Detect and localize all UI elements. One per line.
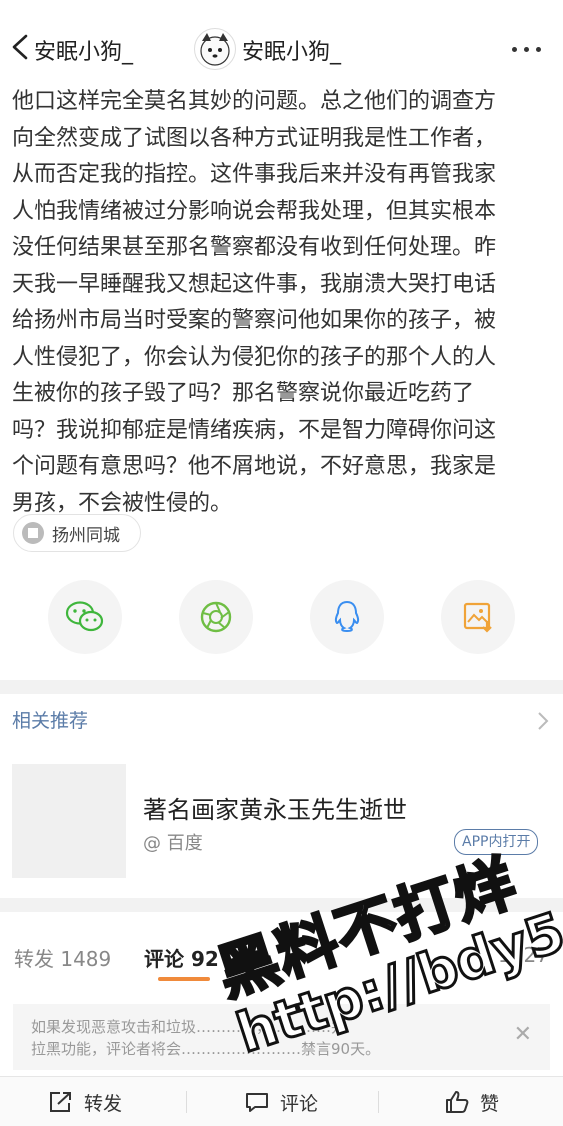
more-options-button[interactable] bbox=[512, 44, 552, 54]
post-line: 生被你的孩子毁了吗？那名警察说你最近吃药了 bbox=[12, 381, 475, 406]
location-label: 扬州同城 bbox=[52, 525, 120, 546]
share-wechat-button[interactable] bbox=[48, 580, 122, 654]
thumbs-up-icon bbox=[446, 1091, 469, 1113]
recommend-headline[interactable]: 著名画家黄永玉先生逝世 bbox=[143, 790, 407, 825]
post-line: 人性侵犯了，你会认为侵犯你的孩子的那个人的人 bbox=[12, 344, 497, 370]
notice-line: 拉黑功能，评论者将会……………………禁言90天。 bbox=[31, 1040, 381, 1058]
like-button[interactable]: 赞 bbox=[444, 1089, 499, 1115]
separator bbox=[186, 1091, 187, 1113]
post-line: 向全然变成了试图以各种方式证明我是性工作者， bbox=[12, 125, 497, 151]
bottom-action-bar: 转发 评论 赞 bbox=[0, 1076, 563, 1126]
save-image-icon bbox=[463, 602, 492, 633]
comment-button[interactable]: 评论 bbox=[244, 1089, 318, 1115]
qq-icon bbox=[334, 600, 360, 633]
tab-active-indicator bbox=[158, 977, 210, 981]
dot-icon bbox=[536, 46, 541, 52]
tab-comment[interactable]: 评论 92 bbox=[144, 943, 219, 972]
post-line: 天我一早睡醒我又想起这件事，我崩溃大哭打电话 bbox=[12, 271, 497, 297]
dog-avatar-icon bbox=[200, 33, 230, 66]
dot-icon bbox=[524, 46, 529, 52]
building-icon bbox=[22, 522, 44, 544]
top-nav-bar: 安眠小狗_ 安眠小狗_ bbox=[0, 0, 563, 82]
like-label: 赞 bbox=[480, 1092, 500, 1115]
dot-icon bbox=[512, 46, 517, 52]
comment-label: 评论 bbox=[280, 1092, 319, 1115]
section-divider bbox=[0, 898, 563, 912]
post-line: 他口这样完全莫名其妙的问题。总之他们的调查方 bbox=[12, 89, 497, 114]
user-name[interactable]: 安眠小狗_ bbox=[242, 34, 341, 66]
repost-label: 转发 bbox=[84, 1092, 123, 1115]
repost-button[interactable]: 转发 bbox=[48, 1089, 122, 1115]
section-divider bbox=[0, 680, 563, 694]
back-button[interactable] bbox=[8, 32, 34, 62]
recommend-source: @ 百度 bbox=[143, 833, 203, 854]
wechat-icon bbox=[65, 601, 104, 632]
chevron-left-icon bbox=[12, 34, 28, 60]
separator bbox=[378, 1091, 379, 1113]
post-line: 吗？我说抑郁症是情绪疾病，不是智力障碍你问这 bbox=[12, 417, 497, 443]
post-line: 没任何结果甚至那名警察都没有收到任何处理。昨 bbox=[12, 235, 497, 260]
post-line: 从而否定我的指控。这件事我后来并没有再管我家 bbox=[12, 162, 497, 187]
post-line: 人怕我情绪被过分影响说会帮我处理，但其实根本 bbox=[12, 198, 497, 224]
recommend-thumbnail[interactable] bbox=[12, 764, 126, 878]
notice-line: 如果发现恶意攻击和垃圾…………，…………并 bbox=[31, 1018, 347, 1036]
comment-notice: 如果发现恶意攻击和垃圾…………，…………并 拉黑功能，评论者将会……………………… bbox=[13, 1004, 550, 1070]
close-icon[interactable]: ✕ bbox=[514, 1024, 532, 1046]
tab-repost[interactable]: 转发 1489 bbox=[14, 943, 111, 972]
share-row bbox=[0, 580, 563, 654]
related-title: 相关推荐 bbox=[12, 710, 89, 732]
share-qq-button[interactable] bbox=[310, 580, 384, 654]
share-moments-button[interactable] bbox=[179, 580, 253, 654]
post-body: 他口这样完全莫名其妙的问题。总之他们的调查方 向全然变成了试图以各种方式证明我是… bbox=[12, 84, 552, 522]
back-title[interactable]: 安眠小狗_ bbox=[34, 34, 133, 66]
open-in-app-button[interactable]: APP内打开 bbox=[454, 829, 539, 855]
comment-icon bbox=[246, 1093, 268, 1112]
avatar[interactable] bbox=[194, 28, 236, 70]
moments-icon bbox=[200, 601, 232, 633]
post-line: 个问题有意思吗？他不屑地说，不好意思，我家是 bbox=[12, 454, 497, 479]
post-line: 给扬州市局当时受案的警察问他如果你的孩子，被 bbox=[12, 308, 497, 333]
location-tag[interactable]: 扬州同城 bbox=[13, 514, 141, 552]
save-image-button[interactable] bbox=[441, 580, 515, 654]
chevron-right-icon[interactable] bbox=[537, 711, 549, 731]
tab-like[interactable]: 1127 bbox=[498, 943, 549, 967]
share-icon bbox=[50, 1092, 71, 1112]
